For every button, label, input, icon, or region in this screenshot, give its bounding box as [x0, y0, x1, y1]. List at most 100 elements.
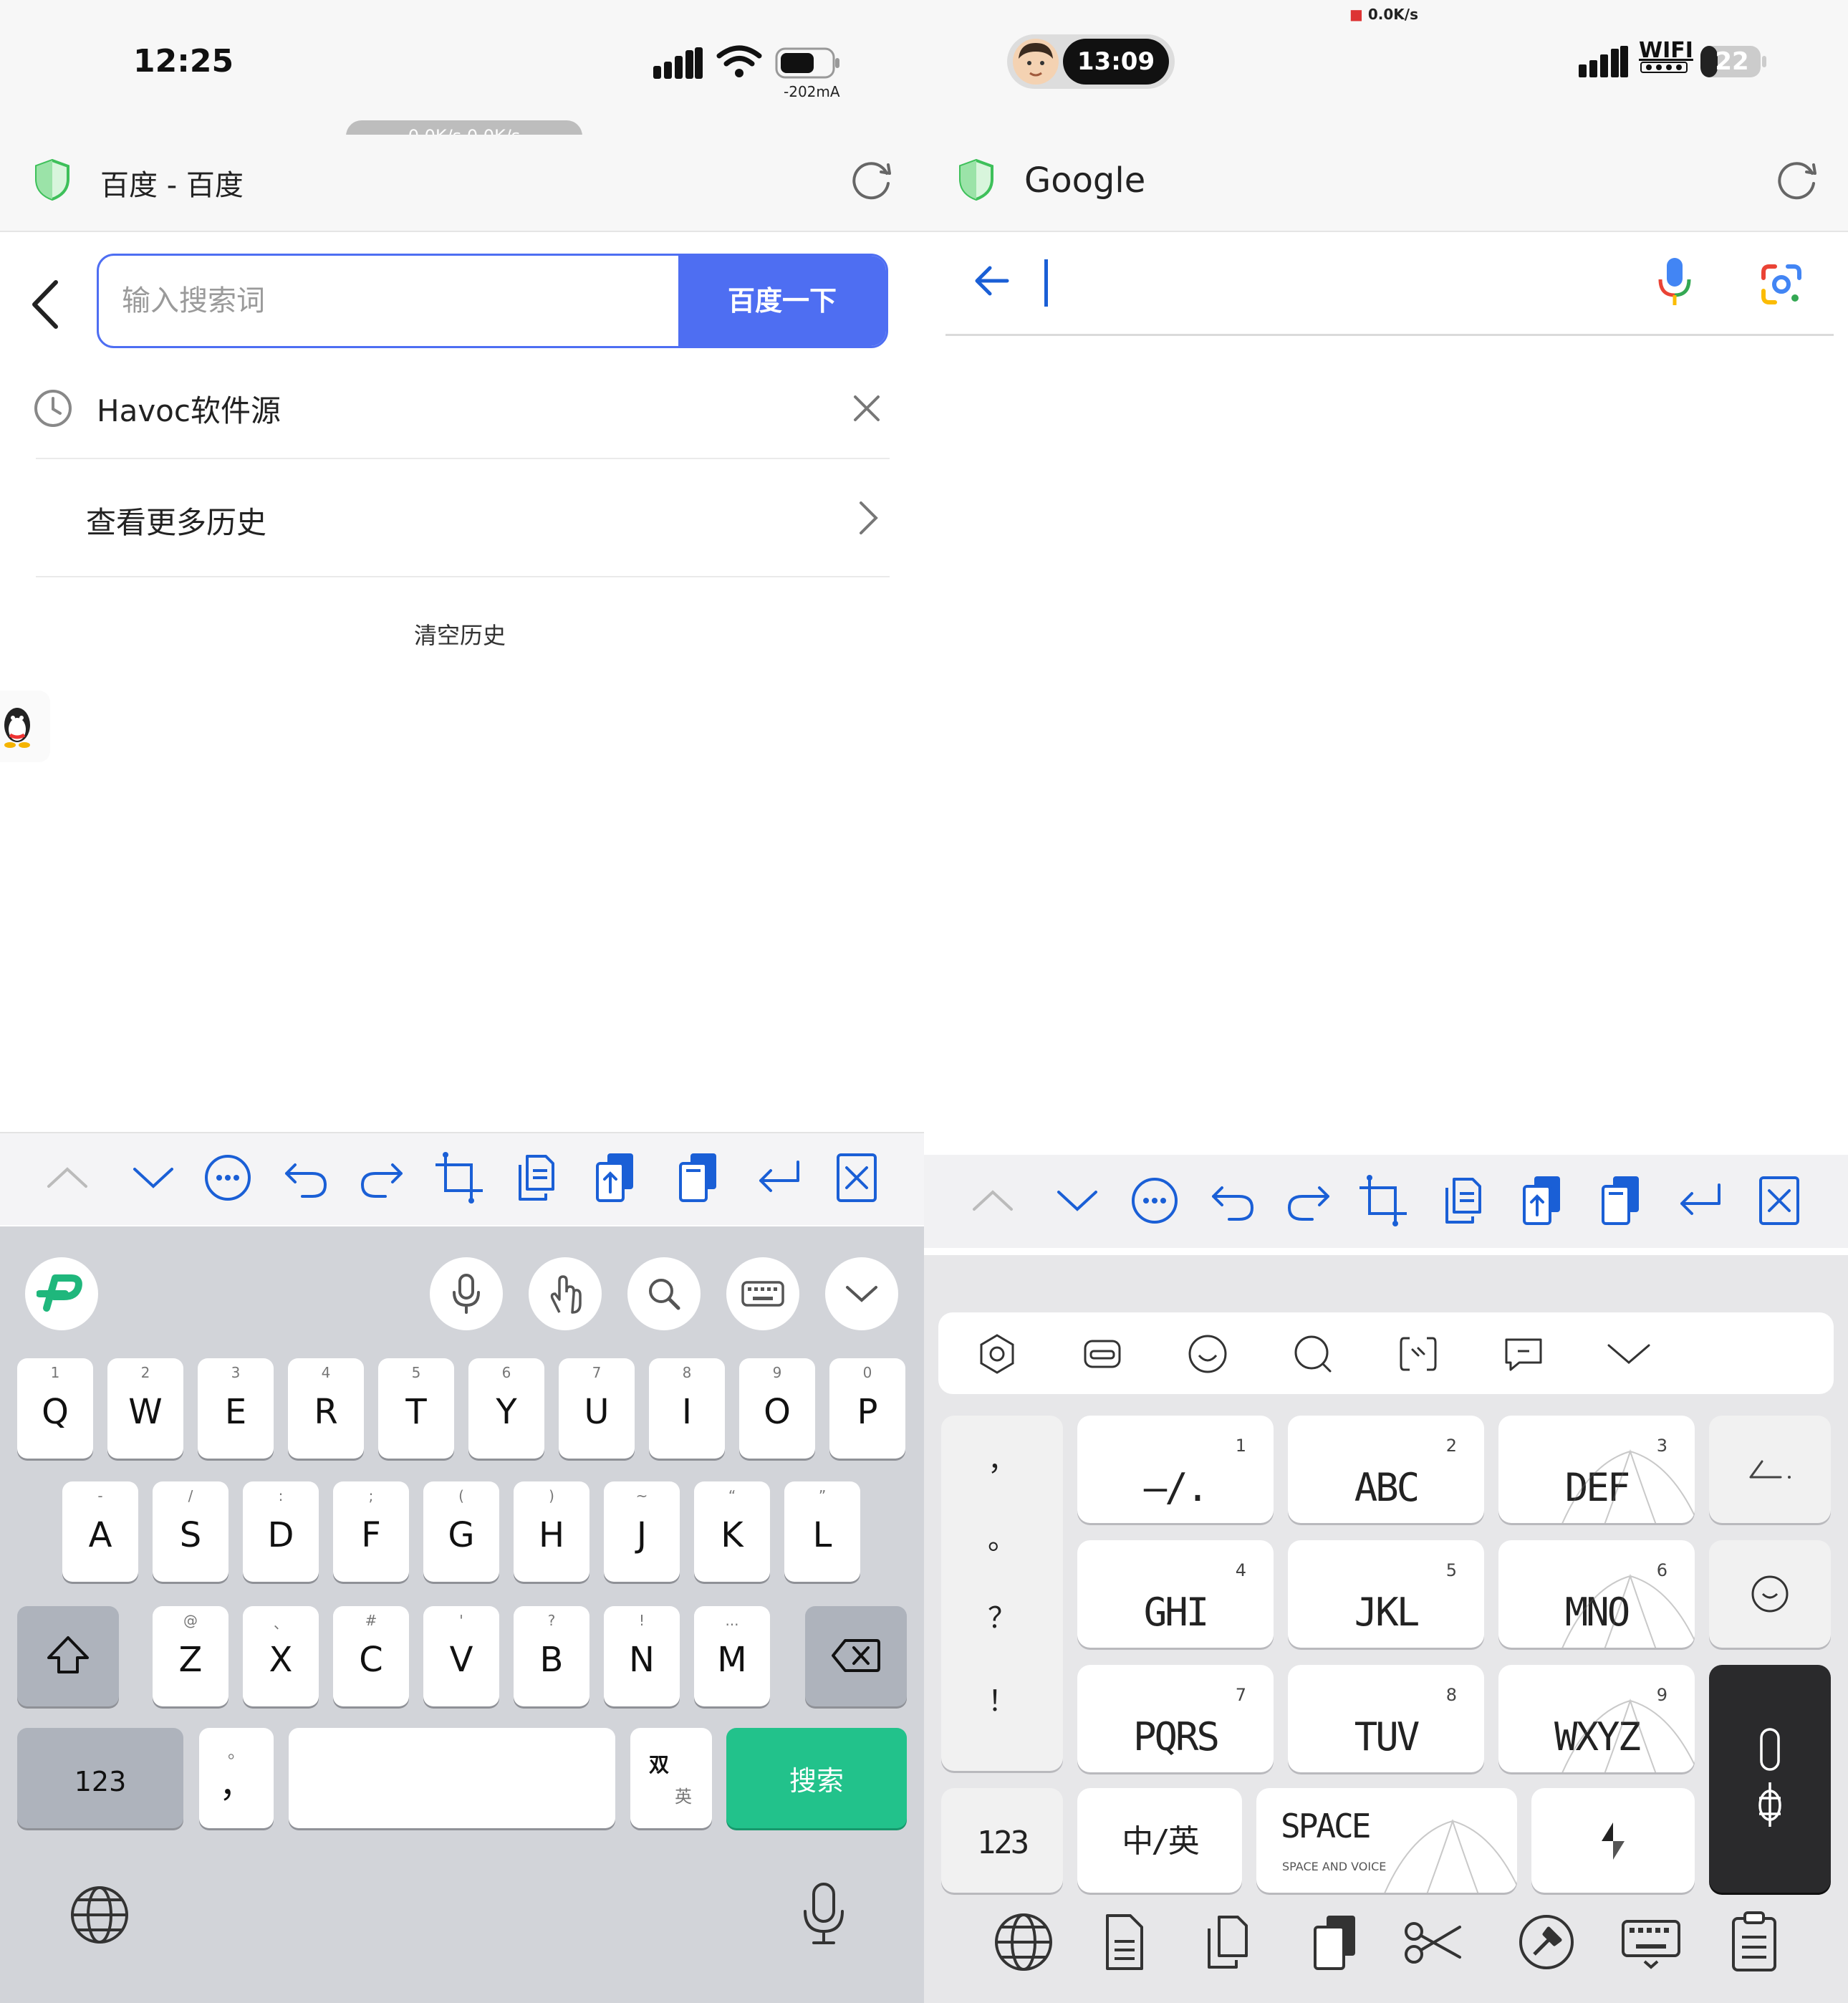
history-item[interactable]: Havoc软件源	[97, 387, 281, 431]
t9-key-7[interactable]: 7 PQRS	[1077, 1665, 1274, 1772]
paste-up-icon[interactable]	[1513, 1172, 1570, 1229]
space-key[interactable]: SPACE SPACE AND VOICE	[1256, 1788, 1517, 1893]
tools-icon[interactable]	[1514, 1910, 1579, 1974]
key-k[interactable]: “K	[694, 1481, 770, 1582]
settings-icon[interactable]	[976, 1332, 1019, 1378]
shortcut-key[interactable]	[1531, 1788, 1695, 1893]
key-v[interactable]: ' V	[423, 1606, 499, 1706]
redo-icon[interactable]	[1281, 1172, 1338, 1229]
shift-key[interactable]	[17, 1606, 119, 1706]
key-b[interactable]: ? B	[514, 1606, 589, 1706]
numbers-key[interactable]: 123	[941, 1788, 1063, 1893]
clear-history-button[interactable]: 清空历史	[414, 618, 506, 650]
chevron-down-icon[interactable]	[1049, 1172, 1106, 1229]
key-j[interactable]: ~ J	[604, 1481, 680, 1582]
chevron-up-icon[interactable]	[964, 1172, 1021, 1229]
keyboard-switch-icon[interactable]	[726, 1257, 799, 1330]
paste-icon[interactable]	[669, 1149, 726, 1206]
chevron-down-icon[interactable]	[125, 1149, 182, 1206]
search-key[interactable]: 搜索	[726, 1728, 907, 1828]
search-button[interactable]: 百度一下	[678, 256, 886, 346]
punctuation-item[interactable]: ？	[941, 1595, 1063, 1636]
key-t[interactable]: 5T	[378, 1358, 454, 1459]
ime-logo-icon[interactable]	[25, 1257, 98, 1330]
gesture-icon[interactable]	[529, 1257, 602, 1330]
copy-icon[interactable]	[506, 1149, 563, 1206]
key-a[interactable]: -A	[62, 1481, 138, 1582]
key-s[interactable]: / S	[153, 1481, 228, 1582]
text-select-icon[interactable]	[1397, 1332, 1440, 1378]
undo-icon[interactable]	[276, 1149, 334, 1206]
key-o[interactable]: 9O	[739, 1358, 815, 1459]
punctuation-item[interactable]: ，	[941, 1437, 1063, 1479]
undo-icon[interactable]	[1203, 1172, 1261, 1229]
key-q[interactable]: 1Q	[17, 1358, 93, 1459]
language-toggle-key[interactable]: 双 英	[630, 1728, 712, 1828]
language-key[interactable]: 中/英	[1077, 1788, 1242, 1893]
search-icon[interactable]	[1291, 1332, 1334, 1378]
numbers-key[interactable]: 123	[17, 1728, 183, 1828]
punctuation-item[interactable]: ！	[941, 1678, 1063, 1719]
close-icon[interactable]	[852, 394, 881, 423]
crop-icon[interactable]	[430, 1149, 487, 1206]
reload-icon[interactable]	[850, 158, 894, 202]
key-c[interactable]: # C	[333, 1606, 409, 1706]
dictation-mic-icon[interactable]	[801, 1881, 847, 1950]
close-box-icon[interactable]	[828, 1149, 885, 1206]
key-n[interactable]: ! N	[604, 1606, 680, 1706]
emoji-key[interactable]	[1709, 1540, 1831, 1648]
globe-icon[interactable]	[69, 1884, 130, 1949]
key-d[interactable]: :D	[243, 1481, 319, 1582]
t9-key-3[interactable]: 3 DEF	[1498, 1416, 1695, 1523]
t9-key-9[interactable]: 9 WXYZ	[1498, 1665, 1695, 1772]
chevron-right-icon[interactable]	[858, 500, 880, 536]
keyboard-icon[interactable]	[1619, 1910, 1683, 1974]
key-i[interactable]: 8I	[649, 1358, 725, 1459]
t9-key-8[interactable]: 8 TUV	[1288, 1665, 1484, 1772]
key-r[interactable]: 4R	[288, 1358, 364, 1459]
voice-input-icon[interactable]	[430, 1257, 503, 1330]
collapse-keyboard-icon[interactable]	[1607, 1332, 1650, 1378]
clipboard-icon[interactable]	[1722, 1910, 1786, 1974]
google-lens-icon[interactable]	[1759, 262, 1804, 307]
emoji-face-icon[interactable]	[1186, 1332, 1229, 1378]
key-h[interactable]: ) H	[514, 1481, 589, 1582]
key-x[interactable]: 、 X	[243, 1606, 319, 1706]
text-cursor[interactable]	[1044, 259, 1048, 307]
enter-key[interactable]	[1709, 1416, 1831, 1523]
search-input[interactable]	[99, 256, 679, 346]
paste-icon[interactable]	[1302, 1910, 1367, 1974]
reload-icon[interactable]	[1775, 158, 1819, 202]
chevron-up-icon[interactable]	[39, 1149, 96, 1206]
key-g[interactable]: (G	[423, 1481, 499, 1582]
punctuation-item[interactable]: 。	[941, 1516, 1063, 1557]
key-e[interactable]: 3E	[198, 1358, 274, 1459]
paste-icon[interactable]	[1592, 1172, 1649, 1229]
more-icon[interactable]	[1126, 1172, 1183, 1229]
key-f[interactable]: ; F	[333, 1481, 409, 1582]
close-box-icon[interactable]	[1751, 1172, 1808, 1229]
t9-key-2[interactable]: 2 ABC	[1288, 1416, 1484, 1523]
qq-penguin-icon[interactable]	[0, 691, 50, 762]
t9-key-5[interactable]: 5 JKL	[1288, 1540, 1484, 1648]
voice-dark-key[interactable]	[1709, 1665, 1831, 1893]
search-icon[interactable]	[627, 1257, 701, 1330]
punctuation-column[interactable]: ， 。 ？ ！	[941, 1416, 1063, 1771]
back-arrow-icon[interactable]	[971, 261, 1011, 301]
space-key[interactable]	[289, 1728, 615, 1828]
key-l[interactable]: ” L	[784, 1481, 860, 1582]
more-icon[interactable]	[199, 1149, 256, 1206]
punctuation-key[interactable]: 。 ，	[199, 1728, 274, 1828]
google-mic-icon[interactable]	[1656, 256, 1693, 308]
key-w[interactable]: 2W	[107, 1358, 183, 1459]
copy-icon[interactable]	[1195, 1910, 1259, 1974]
t9-key-1[interactable]: 1 —/.	[1077, 1416, 1274, 1523]
keyboard-mode-icon[interactable]	[1081, 1332, 1124, 1378]
paste-up-icon[interactable]	[586, 1149, 643, 1206]
crop-icon[interactable]	[1354, 1172, 1411, 1229]
message-icon[interactable]	[1502, 1332, 1545, 1378]
t9-key-6[interactable]: 6 MNO	[1498, 1540, 1695, 1648]
key-u[interactable]: 7U	[559, 1358, 635, 1459]
key-z[interactable]: @ Z	[153, 1606, 228, 1706]
t9-key-4[interactable]: 4 GHI	[1077, 1540, 1274, 1648]
